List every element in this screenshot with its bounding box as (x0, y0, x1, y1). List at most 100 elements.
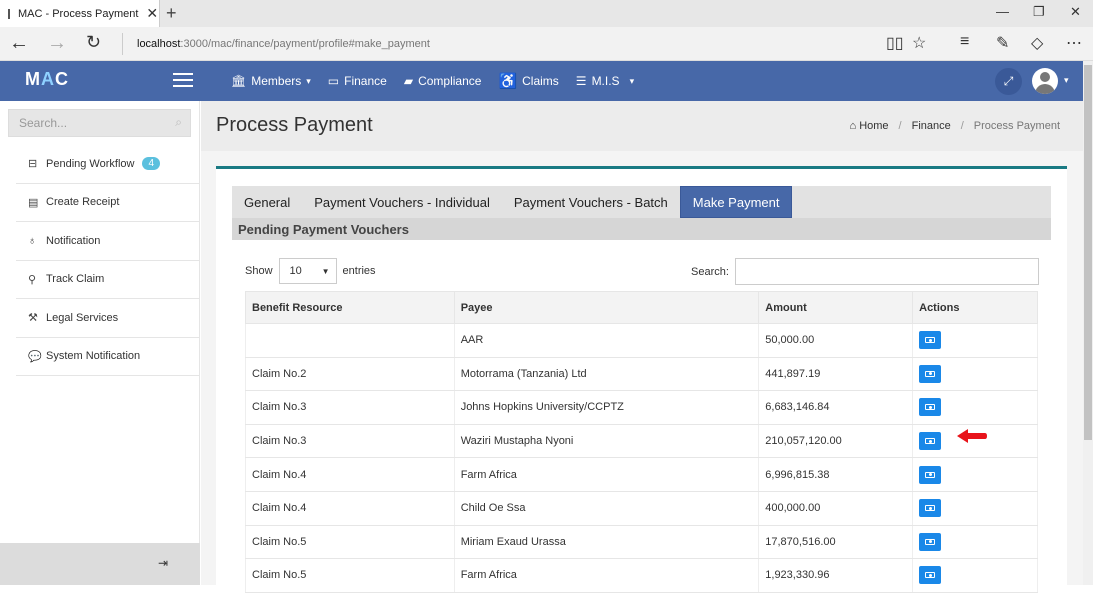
payment-card: General Payment Vouchers - Individual Pa… (216, 166, 1067, 596)
amount-cell: 441,897.19 (758, 357, 914, 392)
main-content: Process Payment ⌂ Home / Finance / Proce… (201, 101, 1083, 596)
back-icon[interactable]: ← (9, 32, 29, 55)
table-row: Claim No.3 Waziri Mustapha Nyoni 210,057,1… (245, 424, 1038, 459)
pay-button[interactable] (919, 566, 942, 585)
table-row: Claim No.4 Child Oe Ssa 400,000.00 (245, 491, 1038, 526)
wheelchair-icon: ♿ (498, 73, 518, 90)
sidebar-item-pending-workflow[interactable]: ⊟ Pending Workflow 4 (16, 145, 200, 184)
new-tab-icon[interactable]: + (166, 3, 177, 24)
pay-button[interactable] (919, 532, 942, 551)
tab-bar: General Payment Vouchers - Individual Pa… (232, 186, 1051, 218)
entries-label: entries (342, 265, 376, 277)
actions-cell (912, 525, 1038, 560)
benefit-cell: Claim No.5 (245, 558, 455, 593)
menu-mis[interactable]: ☰ M.I.S ▾ (576, 74, 634, 88)
money-icon (925, 404, 936, 411)
benefit-cell: Claim No.2 (245, 357, 455, 392)
sidebar-list: ⊟ Pending Workflow 4 ▤ Create Receipt ♁ Noti… (16, 145, 200, 376)
entries-select[interactable]: 10 ▼ (278, 258, 337, 284)
amount-cell: 400,000.00 (758, 491, 914, 526)
sidebar-item-label: System Notification (46, 350, 141, 363)
table-search-input[interactable] (734, 258, 1039, 285)
money-icon (925, 505, 936, 512)
breadcrumb: ⌂ Home / Finance / Process Payment (849, 120, 1060, 132)
close-window-icon[interactable]: ✕ (1070, 4, 1081, 20)
favorite-star-icon[interactable]: ☆ (912, 33, 926, 53)
benefit-cell: Claim No.5 (245, 525, 455, 560)
benefit-cell: Claim No.4 (245, 491, 455, 526)
money-icon (925, 337, 936, 344)
sidebar-item-create-receipt[interactable]: ▤ Create Receipt (16, 184, 200, 222)
workflow-count-badge: 4 (142, 157, 161, 171)
menu-compliance[interactable]: ▰ Compliance (404, 74, 482, 88)
breadcrumb-current: Process Payment (973, 120, 1060, 132)
pay-button[interactable] (919, 465, 942, 484)
section-title: Pending Payment Vouchers (232, 218, 1051, 240)
hamburger-menu-icon[interactable] (173, 73, 193, 89)
inbox-icon: ⊟ (28, 158, 38, 171)
money-icon (925, 438, 936, 445)
logo[interactable]: MAC (25, 69, 69, 90)
fullscreen-icon[interactable]: ⤢ (995, 68, 1022, 95)
page-scrollbar[interactable] (1083, 61, 1093, 585)
menu-members[interactable]: 🏛 Members ▾ (231, 74, 311, 88)
bell-icon: ♁ (28, 234, 37, 247)
sidebar-item-track-claim[interactable]: ⚲ Track Claim (16, 261, 200, 299)
breadcrumb-finance[interactable]: Finance (912, 120, 951, 132)
pay-button[interactable] (919, 499, 942, 518)
page-icon (8, 8, 10, 19)
restore-icon[interactable]: ❐ (1033, 4, 1045, 20)
tab-make-payment[interactable]: Make Payment (679, 186, 793, 218)
caret-down-icon: ▼ (321, 267, 330, 276)
page-length-control: Show 10 ▼ entries (245, 258, 376, 284)
minimize-icon[interactable]: — (996, 4, 1009, 19)
column-header-payee[interactable]: Payee (453, 291, 760, 324)
menu-finance[interactable]: ▭ Finance (328, 74, 387, 88)
share-icon[interactable]: ◇ (1031, 33, 1043, 53)
browser-tab[interactable]: MAC - Process Payment ✕ (0, 0, 160, 27)
amount-cell: 1,923,330.96 (758, 558, 914, 593)
receipt-icon: ▤ (28, 196, 39, 209)
actions-cell (912, 491, 1038, 526)
search-placeholder: Search... (19, 116, 68, 130)
more-icon[interactable]: ⋯ (1066, 33, 1082, 53)
forward-icon[interactable]: → (47, 32, 67, 55)
menu-claims[interactable]: ♿ Claims (498, 72, 558, 90)
sidebar-item-notification[interactable]: ♁ Notification (16, 222, 200, 261)
close-tab-icon[interactable]: ✕ (138, 5, 166, 22)
sidebar-search-input[interactable]: Search... ⌕ (8, 109, 191, 137)
breadcrumb-home[interactable]: Home (859, 120, 888, 132)
table-row: AAR 50,000.00 (245, 323, 1038, 358)
pay-button[interactable] (919, 364, 942, 383)
money-icon (925, 538, 936, 545)
refresh-icon[interactable]: ↻ (86, 32, 101, 53)
column-header-benefit[interactable]: Benefit Resource (245, 291, 455, 324)
web-note-icon[interactable]: ✎ (996, 33, 1009, 53)
sidebar-item-label: Create Receipt (46, 196, 120, 209)
logo-m: M (25, 69, 41, 89)
browser-tab-bar: MAC - Process Payment ✕ + — ❐ ✕ (0, 0, 1093, 27)
sidebar-item-system-notification[interactable]: 💬 System Notification (16, 338, 200, 376)
chevron-down-icon[interactable]: ▾ (1064, 75, 1069, 86)
actions-cell (912, 357, 1038, 392)
url-field[interactable]: localhost:3000/mac/finance/payment/profi… (122, 33, 862, 55)
pay-button[interactable] (919, 331, 942, 350)
table-row: Claim No.4 Farm Africa 6,996,815.38 (245, 457, 1038, 492)
sidebar-item-legal-services[interactable]: ⚒ Legal Services (16, 299, 200, 338)
url-host: localhost (137, 38, 181, 50)
avatar[interactable] (1032, 68, 1058, 94)
tab-payment-vouchers-individual[interactable]: Payment Vouchers - Individual (302, 186, 502, 218)
pay-button[interactable] (919, 432, 942, 451)
benefit-cell: Claim No.3 (245, 390, 455, 425)
column-header-amount[interactable]: Amount (758, 291, 914, 324)
pay-button[interactable] (919, 398, 942, 417)
entries-value: 10 (289, 265, 302, 277)
payee-cell: Miriam Exaud Urassa (453, 525, 760, 560)
tab-payment-vouchers-batch[interactable]: Payment Vouchers - Batch (502, 186, 680, 218)
tab-general[interactable]: General (232, 186, 302, 218)
logout-icon[interactable]: ⇥ (158, 556, 168, 570)
amount-cell: 50,000.00 (758, 323, 914, 358)
reading-view-icon[interactable]: ▯▯ (886, 33, 904, 53)
scrollbar-thumb[interactable] (1084, 65, 1092, 440)
hub-icon[interactable]: ≡ (960, 33, 969, 51)
